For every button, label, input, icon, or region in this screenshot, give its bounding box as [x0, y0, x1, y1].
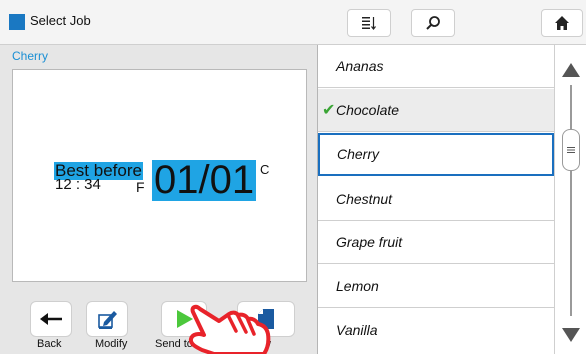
app-logo	[9, 14, 25, 30]
scroll-up-icon[interactable]	[562, 63, 580, 77]
job-item-ananas[interactable]: Ananas	[318, 45, 554, 88]
date-field: 01/01	[152, 158, 257, 202]
back-button[interactable]	[30, 301, 72, 337]
check-icon: ✔	[322, 102, 336, 119]
job-item-chestnut[interactable]: Chestnut	[318, 178, 554, 221]
modify-label: Modify	[95, 338, 128, 350]
back-label: Back	[37, 338, 62, 350]
time-field: 12 : 34	[55, 176, 101, 193]
scroll-track[interactable]	[570, 85, 572, 316]
touch-hand-icon	[188, 304, 271, 354]
modify-button[interactable]	[86, 301, 128, 337]
grip-icon	[567, 147, 575, 153]
f-marker: F	[136, 179, 145, 195]
sort-icon	[362, 17, 376, 30]
label-preview: Best before 12 : 34 F 01/01 C	[12, 69, 307, 282]
job-item-lemon[interactable]: Lemon	[318, 265, 554, 308]
job-item-label: Chocolate	[336, 102, 400, 118]
list-scrollbar[interactable]	[554, 45, 586, 354]
job-item-label: Grape fruit	[336, 234, 403, 250]
scroll-thumb[interactable]	[562, 129, 580, 171]
job-item-chocolate[interactable]: ✔ Chocolate	[318, 89, 554, 132]
search-icon	[426, 16, 440, 30]
job-item-label: Lemon	[336, 278, 379, 294]
c-marker: C	[260, 162, 270, 177]
sort-button[interactable]	[347, 9, 391, 37]
job-list: Ananas ✔ Chocolate Cherry Chestnut Grape…	[317, 45, 554, 354]
home-button[interactable]	[541, 9, 583, 37]
job-item-label: Chestnut	[336, 191, 393, 207]
job-item-grape-fruit[interactable]: Grape fruit	[318, 221, 554, 264]
header-bar: Select Job	[0, 0, 586, 45]
job-item-label: Ananas	[336, 58, 384, 74]
current-job-name: Cherry	[12, 49, 49, 63]
scroll-down-icon[interactable]	[562, 328, 580, 342]
job-item-vanilla[interactable]: Vanilla	[318, 309, 554, 352]
job-item-label: Vanilla	[336, 322, 378, 338]
job-item-label: Cherry	[337, 146, 380, 162]
job-item-cherry[interactable]: Cherry	[318, 133, 554, 176]
search-button[interactable]	[411, 9, 455, 37]
back-arrow-icon	[40, 313, 62, 325]
edit-icon	[98, 311, 117, 329]
home-icon	[555, 16, 569, 30]
page-title: Select Job	[30, 13, 91, 28]
